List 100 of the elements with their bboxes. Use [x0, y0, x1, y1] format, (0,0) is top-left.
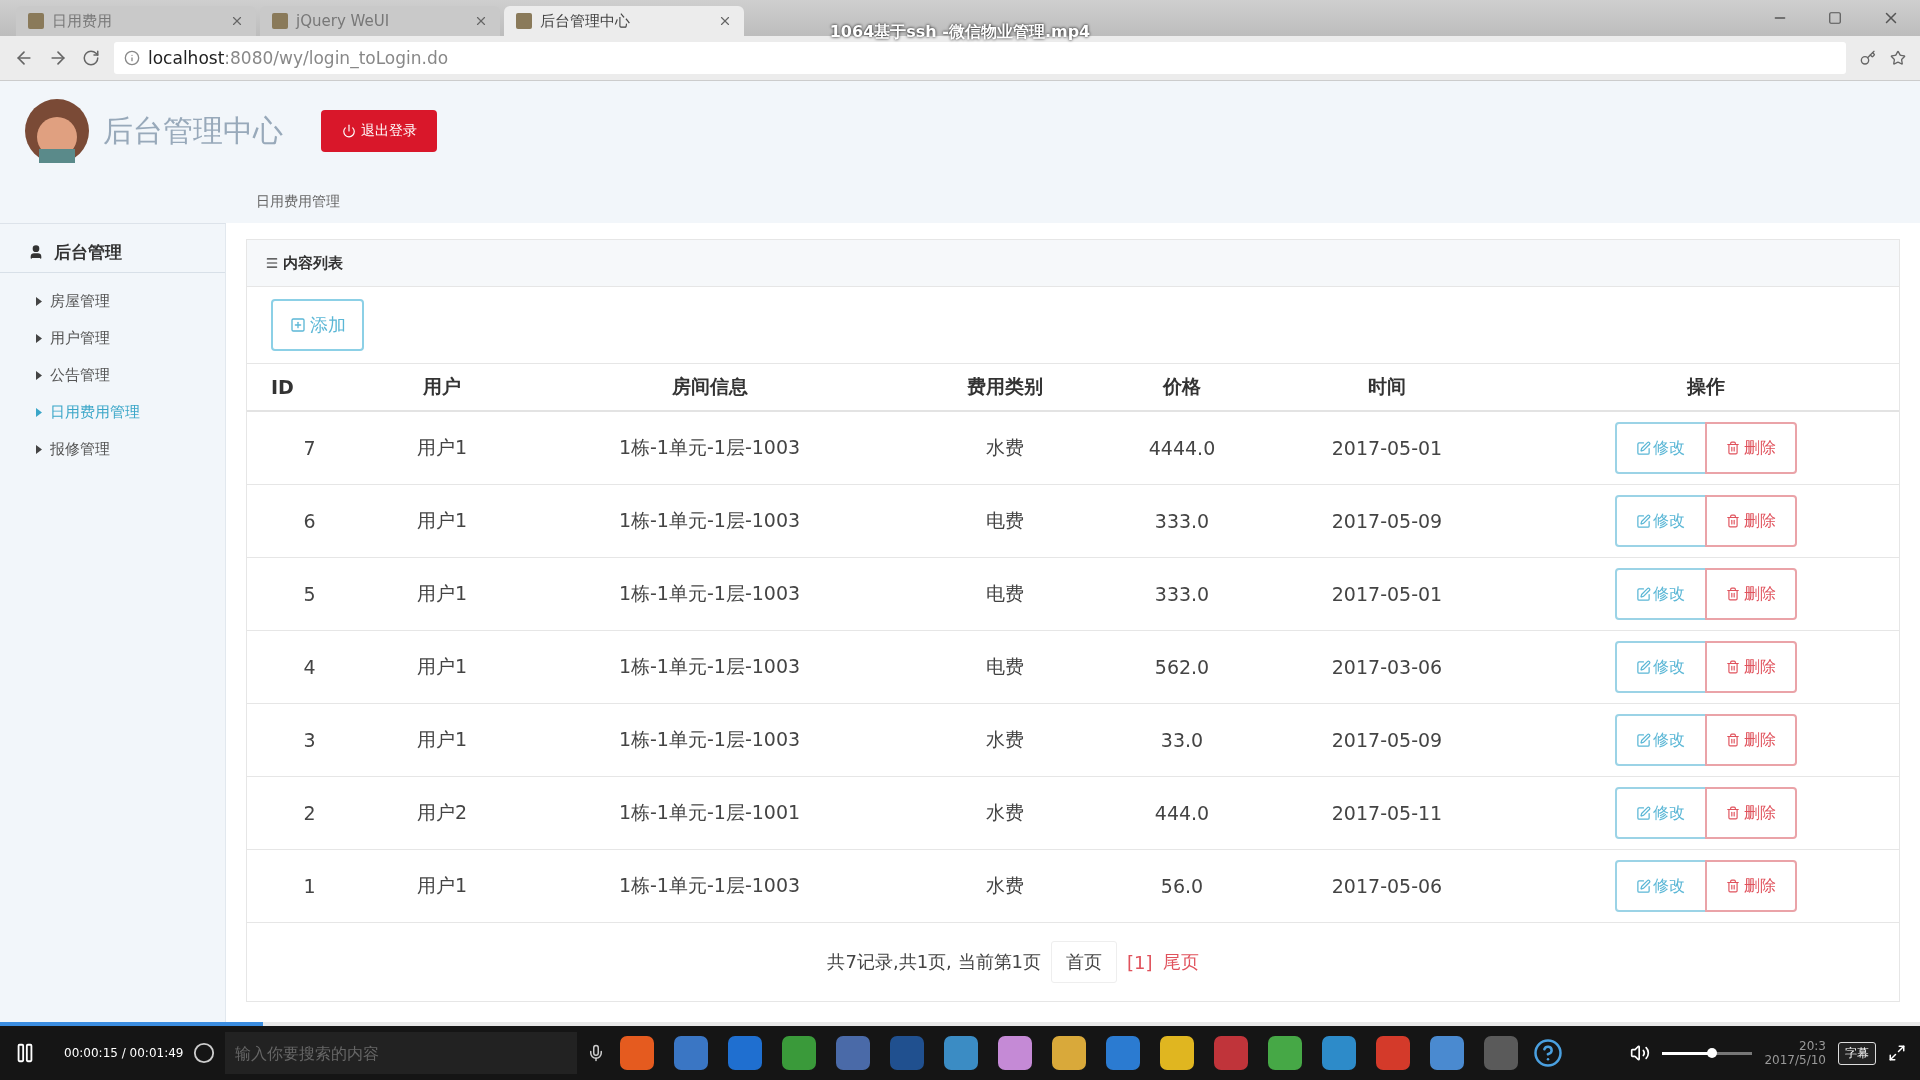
edit-icon	[1636, 513, 1651, 529]
trash-icon	[1725, 806, 1740, 820]
volume-icon[interactable]	[1630, 1043, 1651, 1063]
table-cell-text: 1栋-1单元-1层-1003	[617, 435, 802, 460]
table-cell-text: 水费	[984, 727, 1025, 752]
table-cell-text: 水费	[984, 800, 1025, 825]
table-cell-text: 水费	[984, 435, 1025, 460]
taskbar-app-icon[interactable]	[620, 1036, 655, 1070]
sidebar-item[interactable]: 用户管理	[0, 320, 225, 357]
video-progress-bar[interactable]	[0, 1022, 1920, 1026]
clock-time: 20:3	[1799, 1039, 1826, 1053]
column-header: ID	[270, 376, 295, 398]
panel-title: 内容列表	[283, 253, 343, 273]
taskbar-search-field[interactable]: 输入你要搜索的内容	[225, 1032, 578, 1074]
taskbar-app-icon[interactable]	[998, 1036, 1033, 1070]
table-cell-text: 水费	[984, 873, 1025, 898]
delete-button[interactable]: 删除	[1704, 860, 1797, 912]
delete-button[interactable]: 删除	[1704, 422, 1797, 474]
table-cell-text: 1栋-1单元-1层-1003	[617, 727, 802, 752]
sidebar-item[interactable]: 报修管理	[0, 431, 225, 468]
table-cell-text: 电费	[984, 581, 1025, 606]
edit-icon	[1636, 732, 1651, 748]
address-field[interactable]: localhost:8080/wy/login_toLogin.do	[114, 42, 1846, 74]
subtitle-button[interactable]: 字幕	[1838, 1041, 1876, 1065]
close-icon[interactable]	[474, 14, 488, 28]
table-cell-text: 2017-05-11	[1330, 802, 1444, 824]
table-cell-text: 用户1	[415, 873, 469, 898]
taskbar-app-icon[interactable]	[1106, 1036, 1141, 1070]
taskbar-app-icon[interactable]	[1160, 1036, 1195, 1070]
edit-button[interactable]: 修改	[1614, 568, 1707, 620]
table-cell-text: 1栋-1单元-1层-1001	[617, 800, 802, 825]
taskbar-app-icon[interactable]	[944, 1036, 979, 1070]
delete-button[interactable]: 删除	[1704, 495, 1797, 547]
site-title: 后台管理中心	[103, 111, 284, 150]
video-title: 1064基于ssh -微信物业管理.mp4	[829, 22, 1091, 41]
edit-button[interactable]: 修改	[1614, 860, 1707, 912]
taskbar-app-icon[interactable]	[782, 1036, 817, 1070]
first-page-link[interactable]: 首页	[1051, 941, 1117, 983]
column-header: 房间信息	[670, 374, 749, 399]
sidebar-title: 后台管理	[54, 240, 122, 264]
taskbar-app-icon[interactable]	[1052, 1036, 1087, 1070]
page-icon	[516, 13, 532, 29]
edit-icon	[1636, 805, 1651, 821]
table-cell-text: 1栋-1单元-1层-1003	[617, 508, 802, 533]
plus-icon	[289, 317, 306, 333]
column-header: 用户	[422, 374, 462, 399]
table-cell-text: 1	[302, 875, 317, 897]
table-cell-text: 562.0	[1153, 656, 1211, 678]
caret-icon	[36, 371, 42, 380]
close-icon[interactable]	[230, 14, 244, 28]
reload-icon[interactable]	[82, 49, 100, 67]
delete-button[interactable]: 删除	[1704, 568, 1797, 620]
taskbar-app-icon[interactable]	[674, 1036, 709, 1070]
table-cell-text: 电费	[984, 508, 1025, 533]
table-cell-text: 333.0	[1153, 583, 1211, 605]
delete-button[interactable]: 删除	[1704, 714, 1797, 766]
taskbar-app-icon[interactable]	[1376, 1036, 1411, 1070]
edit-button[interactable]: 修改	[1614, 641, 1707, 693]
clock-date: 2017/5/10	[1764, 1053, 1826, 1067]
edit-button[interactable]: 修改	[1614, 495, 1707, 547]
add-button[interactable]: 添加	[271, 299, 364, 351]
maximize-icon[interactable]	[1828, 11, 1842, 25]
delete-button[interactable]: 删除	[1704, 641, 1797, 693]
close-icon[interactable]	[718, 14, 732, 28]
video-time: 00:00:15 / 00:01:49	[64, 1046, 184, 1060]
edit-icon	[1636, 440, 1651, 456]
table-cell-text: 2017-05-01	[1330, 437, 1444, 459]
sidebar-item[interactable]: 公告管理	[0, 357, 225, 394]
delete-button[interactable]: 删除	[1704, 787, 1797, 839]
taskbar-app-icon[interactable]	[1430, 1036, 1465, 1070]
volume-slider[interactable]	[1662, 1051, 1753, 1055]
taskbar-app-icon[interactable]	[1322, 1036, 1357, 1070]
fullscreen-icon[interactable]	[1888, 1044, 1906, 1062]
bookmark-star-icon[interactable]	[1890, 50, 1906, 66]
table-cell-text: 2017-05-09	[1330, 729, 1444, 751]
volume-thumb[interactable]	[1706, 1047, 1717, 1058]
key-icon[interactable]	[1860, 50, 1876, 66]
table-cell-text: 1栋-1单元-1层-1003	[617, 654, 802, 679]
edit-button[interactable]: 修改	[1614, 422, 1707, 474]
taskbar-app-icon[interactable]	[1268, 1036, 1303, 1070]
column-header: 费用类别	[965, 374, 1044, 399]
logout-button[interactable]: 退出登录	[321, 110, 437, 152]
trash-icon	[1725, 660, 1740, 674]
trash-icon	[1725, 733, 1740, 747]
sidebar-item[interactable]: 房屋管理	[0, 283, 225, 320]
edit-button[interactable]: 修改	[1614, 787, 1707, 839]
page-icon	[28, 13, 44, 29]
table-cell-text: 444.0	[1153, 802, 1211, 824]
page-number-link[interactable]: [1]	[1127, 951, 1153, 973]
table-cell-text: 6	[302, 510, 317, 532]
sidebar-item[interactable]: 日用费用管理	[0, 394, 225, 431]
table-cell-text: 5	[302, 583, 317, 605]
edit-button[interactable]: 修改	[1614, 714, 1707, 766]
table-cell-text: 2017-05-01	[1330, 583, 1444, 605]
browser-tab[interactable]: 后台管理中心	[504, 6, 744, 36]
list-icon	[265, 256, 279, 270]
pagination-summary: 共7记录,共1页, 当前第1页	[827, 950, 1041, 974]
last-page-link[interactable]: 尾页	[1162, 950, 1199, 974]
help-icon[interactable]	[1533, 1038, 1564, 1068]
table-cell-text: 333.0	[1153, 510, 1211, 532]
